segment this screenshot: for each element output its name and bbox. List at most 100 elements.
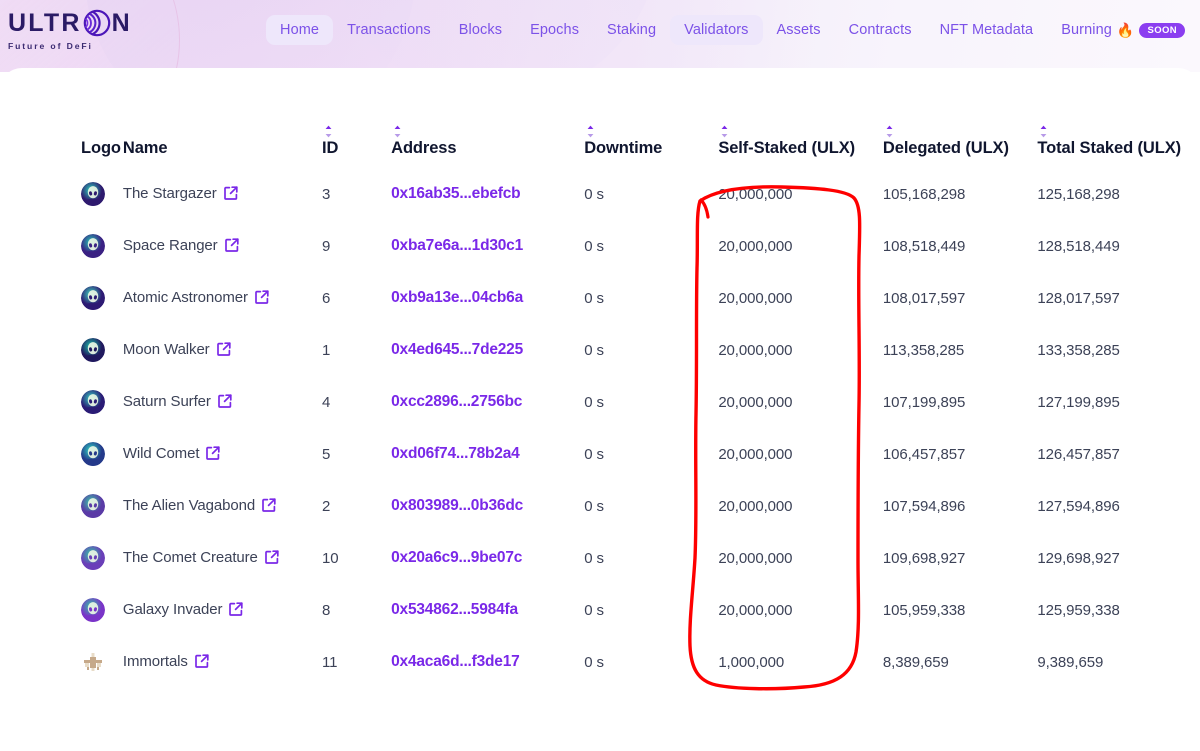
- validator-total-staked: 127,199,895: [1037, 393, 1120, 411]
- brand-logo[interactable]: ULTR N Future of DeFi: [8, 8, 158, 54]
- validator-total-staked: 128,017,597: [1037, 289, 1120, 307]
- column-header-self-staked[interactable]: Self-Staked (ULX): [718, 68, 883, 168]
- column-label: ID: [322, 139, 339, 157]
- nav-label: Epochs: [530, 22, 580, 38]
- table-row[interactable]: Space Ranger 9 0xba7e6a...1d30c1 0 s 20,…: [0, 220, 1200, 272]
- validator-name: Galaxy Invader: [122, 601, 223, 619]
- sort-arrows-icon[interactable]: [586, 124, 595, 138]
- external-link-icon[interactable]: [264, 550, 279, 565]
- validator-self-staked: 20,000,000: [718, 497, 793, 515]
- validator-name: Atomic Astronomer: [122, 289, 248, 307]
- validator-self-staked: 20,000,000: [718, 549, 793, 567]
- validator-logo-cell: [0, 480, 123, 532]
- sort-arrows-icon[interactable]: [393, 124, 402, 138]
- validator-name: Moon Walker: [122, 341, 210, 359]
- alien-avatar-purple-icon: [81, 598, 123, 622]
- validator-downtime: 0 s: [584, 549, 604, 567]
- validator-logo-cell: [0, 532, 123, 584]
- sort-arrows-icon[interactable]: [1039, 124, 1048, 138]
- validator-downtime: 0 s: [584, 497, 604, 515]
- nav-item-epochs[interactable]: Epochs: [516, 15, 593, 45]
- address-link[interactable]: 0x534862...5984fa: [391, 601, 518, 618]
- alien-avatar-purple-icon: [81, 494, 123, 518]
- column-header-downtime[interactable]: Downtime: [584, 68, 718, 168]
- address-link[interactable]: 0xcc2896...2756bc: [391, 393, 522, 410]
- validator-delegated: 106,457,857: [882, 445, 966, 463]
- validator-id: 1: [322, 341, 331, 359]
- validator-logo-cell: [0, 428, 123, 480]
- nav-item-validators[interactable]: Validators: [670, 15, 763, 45]
- address-link[interactable]: 0x16ab35...ebefcb: [391, 185, 520, 202]
- sort-arrows-icon[interactable]: [324, 124, 333, 138]
- validator-name-cell: Saturn Surfer: [123, 376, 322, 428]
- validator-id: 8: [322, 601, 331, 619]
- external-link-icon[interactable]: [194, 654, 209, 669]
- external-link-icon[interactable]: [223, 186, 238, 201]
- validator-address-cell: 0x803989...0b36dc: [391, 480, 584, 532]
- validator-address-cell: 0x20a6c9...9be07c: [391, 532, 584, 584]
- nav-item-home[interactable]: Home: [266, 15, 334, 45]
- soon-badge: SOON: [1139, 22, 1186, 38]
- column-header-id[interactable]: ID: [322, 68, 391, 168]
- nav-label: Contracts: [848, 22, 912, 38]
- external-link-icon[interactable]: [206, 446, 221, 461]
- column-label: Delegated (ULX): [882, 139, 1009, 157]
- address-link[interactable]: 0x4ed645...7de225: [391, 341, 523, 358]
- validator-name: The Alien Vagabond: [122, 497, 256, 515]
- column-header-total-staked[interactable]: Total Staked (ULX): [1037, 68, 1200, 168]
- nav-item-staking[interactable]: Staking: [593, 15, 670, 45]
- nav-item-contracts[interactable]: Contracts: [835, 15, 926, 45]
- validator-self-staked: 20,000,000: [718, 289, 793, 307]
- table-row[interactable]: Galaxy Invader 8 0x534862...5984fa 0 s 2…: [0, 584, 1200, 636]
- nav-item-nft-metadata[interactable]: NFT Metadata: [926, 15, 1048, 45]
- validator-downtime: 0 s: [584, 341, 604, 359]
- column-header-address[interactable]: Address: [391, 68, 584, 168]
- alien-avatar-teal-icon: [81, 390, 123, 414]
- validator-delegated: 107,594,896: [882, 497, 966, 515]
- address-link[interactable]: 0xba7e6a...1d30c1: [391, 237, 523, 254]
- address-link[interactable]: 0xb9a13e...04cb6a: [391, 289, 523, 306]
- external-link-icon[interactable]: [229, 602, 244, 617]
- sort-arrows-icon[interactable]: [885, 124, 894, 138]
- validator-name: Immortals: [122, 653, 188, 671]
- column-label: Self-Staked (ULX): [718, 139, 856, 157]
- external-link-icon[interactable]: [217, 394, 232, 409]
- external-link-icon[interactable]: [216, 342, 231, 357]
- validator-downtime: 0 s: [584, 237, 604, 255]
- table-row[interactable]: The Comet Creature 10 0x20a6c9...9be07c …: [0, 532, 1200, 584]
- column-label: Name: [122, 139, 168, 157]
- validator-address-cell: 0x4ed645...7de225: [391, 324, 584, 376]
- validator-self-staked: 20,000,000: [718, 393, 793, 411]
- external-link-icon[interactable]: [255, 290, 269, 305]
- table-row[interactable]: Immortals 11 0x4aca6d...f3de17 0 s 1,000…: [0, 636, 1200, 688]
- validator-total-staked: 126,457,857: [1037, 445, 1120, 463]
- address-link[interactable]: 0x4aca6d...f3de17: [391, 653, 520, 670]
- nav-item-assets[interactable]: Assets: [763, 15, 835, 45]
- address-link[interactable]: 0x803989...0b36dc: [391, 497, 523, 514]
- column-header-name: Name: [123, 68, 322, 168]
- validator-name: Saturn Surfer: [122, 393, 211, 411]
- address-link[interactable]: 0x20a6c9...9be07c: [391, 549, 522, 566]
- table-row[interactable]: The Alien Vagabond 2 0x803989...0b36dc 0…: [0, 480, 1200, 532]
- alien-avatar-teal-icon: [81, 338, 123, 362]
- external-link-icon[interactable]: [262, 498, 276, 513]
- table-row[interactable]: Atomic Astronomer 6 0xb9a13e...04cb6a 0 …: [0, 272, 1200, 324]
- external-link-icon[interactable]: [224, 238, 239, 253]
- validator-downtime: 0 s: [584, 393, 604, 411]
- table-row[interactable]: The Stargazer 3 0x16ab35...ebefcb 0 s 20…: [0, 168, 1200, 220]
- alien-avatar-teal-icon: [81, 286, 123, 310]
- table-row[interactable]: Wild Comet 5 0xd06f74...78b2a4 0 s 20,00…: [0, 428, 1200, 480]
- validator-address-cell: 0xb9a13e...04cb6a: [391, 272, 584, 324]
- nav-item-blocks[interactable]: Blocks: [445, 15, 516, 45]
- nav-item-transactions[interactable]: Transactions: [333, 15, 445, 45]
- validator-logo-cell: [0, 584, 123, 636]
- validator-address-cell: 0x16ab35...ebefcb: [391, 168, 584, 220]
- table-row[interactable]: Saturn Surfer 4 0xcc2896...2756bc 0 s 20…: [0, 376, 1200, 428]
- nav-item-burning[interactable]: Burning 🔥 SOON: [1047, 15, 1199, 45]
- validators-table: Logo Name ID Address Downtime Self-Stake…: [0, 68, 1200, 688]
- validator-address-cell: 0xd06f74...78b2a4: [391, 428, 584, 480]
- column-header-delegated[interactable]: Delegated (ULX): [883, 68, 1037, 168]
- table-row[interactable]: Moon Walker 1 0x4ed645...7de225 0 s 20,0…: [0, 324, 1200, 376]
- sort-arrows-icon[interactable]: [720, 124, 729, 138]
- address-link[interactable]: 0xd06f74...78b2a4: [391, 445, 520, 462]
